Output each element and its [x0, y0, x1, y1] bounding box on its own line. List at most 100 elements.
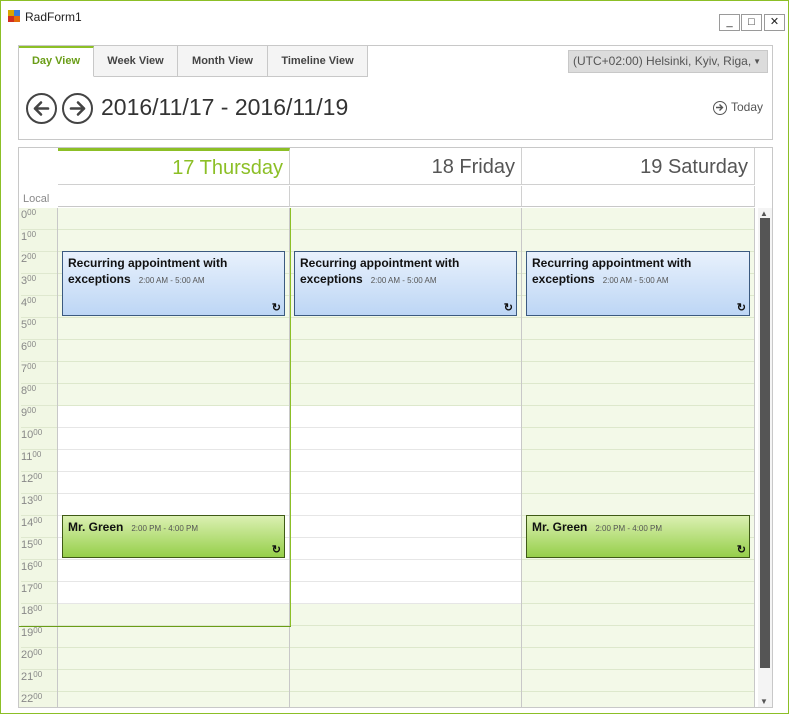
appointment[interactable]: Mr. Green 2:00 PM - 4:00 PM ↻: [62, 515, 285, 558]
time-slot[interactable]: [522, 648, 754, 670]
appointment[interactable]: Mr. Green 2:00 PM - 4:00 PM ↻: [526, 515, 750, 558]
appointment[interactable]: Recurring appointment with exceptions 2:0…: [526, 251, 750, 316]
time-slot[interactable]: [58, 604, 289, 626]
time-slot[interactable]: [522, 406, 754, 428]
time-slot[interactable]: [522, 318, 754, 340]
today-column-bottom-border: [19, 626, 291, 627]
time-slot[interactable]: [58, 692, 289, 707]
day-header-saturday[interactable]: 19 Saturday: [522, 148, 755, 185]
tab-week-view[interactable]: Week View: [94, 46, 178, 77]
time-slot[interactable]: [290, 428, 521, 450]
time-slot[interactable]: [290, 692, 521, 707]
time-slot[interactable]: [58, 340, 289, 362]
recurrence-icon: ↻: [271, 544, 281, 556]
time-slot[interactable]: [522, 472, 754, 494]
day-header-friday[interactable]: 18 Friday: [290, 148, 522, 185]
time-slot[interactable]: [290, 582, 521, 604]
window-title: RadForm1: [25, 10, 82, 24]
time-slot[interactable]: [522, 450, 754, 472]
time-slot[interactable]: [290, 560, 521, 582]
time-slot[interactable]: [290, 494, 521, 516]
previous-button[interactable]: [26, 93, 57, 124]
time-slot[interactable]: [522, 384, 754, 406]
time-slot[interactable]: [58, 582, 289, 604]
time-slot[interactable]: [522, 582, 754, 604]
time-slot[interactable]: [58, 208, 289, 230]
time-slot[interactable]: [58, 406, 289, 428]
time-slot[interactable]: [522, 494, 754, 516]
time-slot[interactable]: [58, 560, 289, 582]
time-slot[interactable]: [290, 230, 521, 252]
time-slot[interactable]: [290, 648, 521, 670]
time-slot[interactable]: [58, 494, 289, 516]
time-slot[interactable]: [58, 230, 289, 252]
time-slot[interactable]: [290, 626, 521, 648]
time-slot[interactable]: [58, 670, 289, 692]
app-icon: [8, 10, 21, 22]
time-slot[interactable]: [290, 516, 521, 538]
time-slot[interactable]: [522, 230, 754, 252]
time-slot[interactable]: [58, 362, 289, 384]
time-slot[interactable]: [290, 604, 521, 626]
day-header-thursday[interactable]: 17 Thursday: [58, 148, 290, 185]
time-slot[interactable]: [58, 428, 289, 450]
time-slot[interactable]: [290, 406, 521, 428]
hour-label: 200: [21, 252, 57, 274]
hour-label: 1800: [21, 604, 57, 626]
time-slot[interactable]: [58, 450, 289, 472]
all-day-cell[interactable]: [522, 186, 755, 207]
time-slot[interactable]: [290, 538, 521, 560]
time-slot[interactable]: [522, 692, 754, 707]
maximize-button[interactable]: □: [741, 14, 762, 31]
time-slot[interactable]: [290, 472, 521, 494]
time-slot[interactable]: [58, 384, 289, 406]
time-slot[interactable]: [290, 362, 521, 384]
hour-label: 1600: [21, 560, 57, 582]
time-slot[interactable]: [522, 560, 754, 582]
timezone-dropdown[interactable]: (UTC+02:00) Helsinki, Kyiv, Riga, ▼: [568, 50, 768, 73]
today-button[interactable]: Today: [713, 100, 763, 115]
hour-label: 500: [21, 318, 57, 340]
tab-month-view[interactable]: Month View: [178, 46, 268, 77]
hour-label: 1700: [21, 582, 57, 604]
time-ruler: 000 100 200 300 400 500 600 700 800 900 1000 1100 12…: [19, 208, 58, 707]
time-slot[interactable]: [58, 626, 289, 648]
all-day-cell[interactable]: [58, 186, 290, 207]
appointment[interactable]: Recurring appointment with exceptions 2:0…: [294, 251, 517, 316]
scroll-up-icon[interactable]: ▲: [760, 209, 768, 218]
all-day-cell[interactable]: [290, 186, 522, 207]
minimize-button[interactable]: _: [719, 14, 740, 31]
time-slot[interactable]: [290, 318, 521, 340]
time-slot[interactable]: [522, 604, 754, 626]
time-slot[interactable]: [522, 362, 754, 384]
time-slot[interactable]: [522, 626, 754, 648]
hour-label: 2200: [21, 692, 57, 707]
main-window: RadForm1 _ □ ✕ Day View Week View Month …: [0, 0, 789, 714]
scroll-down-icon[interactable]: ▼: [760, 697, 768, 706]
close-button[interactable]: ✕: [764, 14, 785, 31]
vertical-scrollbar[interactable]: ▲ ▼: [758, 208, 772, 707]
tab-day-view[interactable]: Day View: [19, 46, 94, 77]
time-slot[interactable]: [290, 208, 521, 230]
timezone-value: (UTC+02:00) Helsinki, Kyiv, Riga,: [573, 54, 752, 68]
appointment[interactable]: Recurring appointment with exceptions 2:0…: [62, 251, 285, 316]
time-slot[interactable]: [522, 428, 754, 450]
time-slot[interactable]: [58, 318, 289, 340]
time-slot[interactable]: [522, 208, 754, 230]
next-button[interactable]: [62, 93, 93, 124]
appointment-time: 2:00 AM - 5:00 AM: [602, 276, 669, 285]
time-slot[interactable]: [522, 670, 754, 692]
time-slot[interactable]: [290, 340, 521, 362]
time-slot[interactable]: [58, 472, 289, 494]
tab-timeline-view[interactable]: Timeline View: [268, 46, 368, 77]
hour-label: 1000: [21, 428, 57, 450]
time-slot[interactable]: [58, 648, 289, 670]
time-slot[interactable]: [290, 450, 521, 472]
scroll-thumb[interactable]: [760, 218, 770, 668]
view-tabs: Day View Week View Month View Timeline V…: [19, 46, 368, 77]
time-slot[interactable]: [522, 340, 754, 362]
time-slot[interactable]: [290, 670, 521, 692]
hour-label: 900: [21, 406, 57, 428]
date-range-label: 2016/11/17 - 2016/11/19: [101, 94, 349, 120]
time-slot[interactable]: [290, 384, 521, 406]
